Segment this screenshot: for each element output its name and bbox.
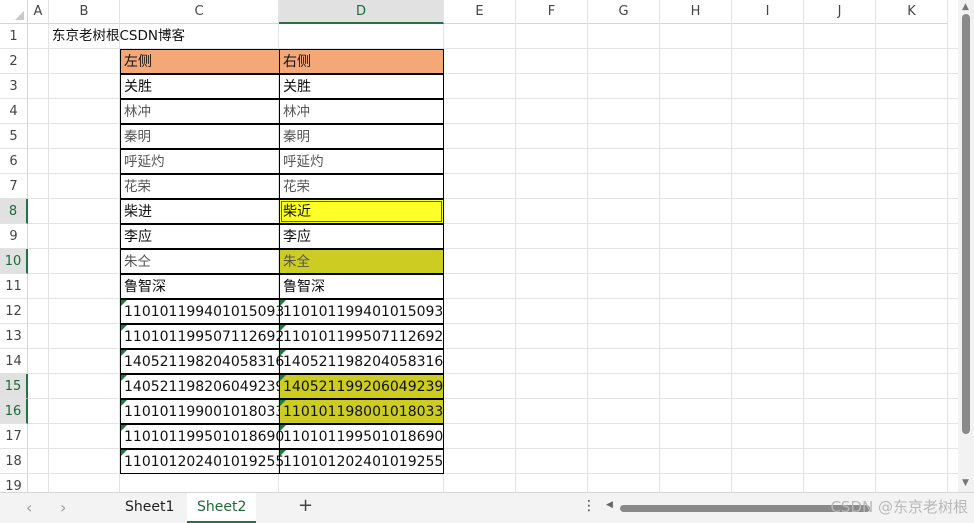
gridline xyxy=(947,24,948,492)
right-cell-highlighted[interactable]: 柴近 xyxy=(279,199,444,224)
row-header[interactable]: 19 xyxy=(0,474,28,492)
row-header[interactable]: 2 xyxy=(0,49,28,74)
right-cell[interactable]: 秦明 xyxy=(279,124,444,149)
gridline xyxy=(803,24,804,492)
add-sheet-icon[interactable]: + xyxy=(298,495,313,516)
gridline xyxy=(515,24,516,492)
col-header-k[interactable]: K xyxy=(876,0,948,24)
col-header-f[interactable]: F xyxy=(516,0,588,24)
col-header-h[interactable]: H xyxy=(660,0,732,24)
right-cell[interactable]: 140521198204058316 xyxy=(279,349,444,374)
row-header[interactable]: 1 xyxy=(0,24,28,49)
right-cell-highlighted[interactable]: 140521199206049239 xyxy=(279,374,444,399)
right-cell[interactable]: 花荣 xyxy=(279,174,444,199)
tab-sheet2[interactable]: Sheet2 xyxy=(187,493,257,523)
prev-sheet-icon[interactable]: ‹ xyxy=(26,498,32,517)
scroll-up-icon[interactable]: ▲ xyxy=(962,2,969,12)
row-header[interactable]: 17 xyxy=(0,424,28,449)
title-cell[interactable]: 东京老树根CSDN博客 xyxy=(49,24,289,49)
col-header-d[interactable]: D xyxy=(279,0,444,24)
right-cell[interactable]: 关胜 xyxy=(279,74,444,99)
header-left-cell[interactable]: 左侧 xyxy=(120,49,280,74)
gridline xyxy=(731,24,732,492)
right-cell[interactable]: 110101202401019255 xyxy=(279,449,444,474)
header-right-cell[interactable]: 右侧 xyxy=(279,49,444,74)
select-all-corner[interactable] xyxy=(0,0,28,24)
scroll-down-icon[interactable]: ▼ xyxy=(962,478,969,488)
left-cell[interactable]: 呼延灼 xyxy=(120,149,280,174)
row-header[interactable]: 13 xyxy=(0,324,28,349)
left-cell[interactable]: 李应 xyxy=(120,224,280,249)
row-header[interactable]: 8 xyxy=(0,199,28,224)
vertical-scrollbar[interactable]: ▲ ▼ xyxy=(958,0,974,492)
left-cell[interactable]: 关胜 xyxy=(120,74,280,99)
right-cell[interactable]: 呼延灼 xyxy=(279,149,444,174)
col-header-a[interactable]: A xyxy=(28,0,49,24)
next-sheet-icon[interactable]: › xyxy=(60,498,66,517)
col-header-i[interactable]: I xyxy=(732,0,804,24)
left-cell[interactable]: 110101199401015093 xyxy=(120,299,284,324)
left-cell[interactable]: 140521198204058316 xyxy=(120,349,284,374)
row-header[interactable]: 10 xyxy=(0,249,28,274)
left-cell[interactable]: 秦明 xyxy=(120,124,280,149)
right-cell[interactable]: 110101199507112692 xyxy=(279,324,444,349)
gridline xyxy=(875,24,876,492)
gridline xyxy=(659,24,660,492)
left-cell[interactable]: 林冲 xyxy=(120,99,280,124)
left-cell[interactable]: 110101199501018690 xyxy=(120,424,284,449)
col-header-c[interactable]: C xyxy=(120,0,279,24)
row-header[interactable]: 14 xyxy=(0,349,28,374)
scroll-left-icon[interactable]: ◀ xyxy=(606,500,613,510)
row-header[interactable]: 5 xyxy=(0,124,28,149)
col-header-j[interactable]: J xyxy=(804,0,876,24)
left-cell[interactable]: 鲁智深 xyxy=(120,274,280,299)
more-options-icon[interactable]: ⋮ xyxy=(582,498,596,514)
col-header-b[interactable]: B xyxy=(49,0,120,24)
row-header[interactable]: 12 xyxy=(0,299,28,324)
left-cell[interactable]: 140521198206049239 xyxy=(120,374,284,399)
gridline xyxy=(48,24,49,492)
row-header[interactable]: 4 xyxy=(0,99,28,124)
row-header[interactable]: 9 xyxy=(0,224,28,249)
right-cell-highlighted[interactable]: 朱全 xyxy=(279,249,444,274)
right-cell[interactable]: 李应 xyxy=(279,224,444,249)
left-cell[interactable]: 朱仝 xyxy=(120,249,280,274)
right-cell[interactable]: 林冲 xyxy=(279,99,444,124)
sheet-tab-bar: ‹ › Sheet1 Sheet2 + ⋮ ◀ CSDN @东京老树根 xyxy=(0,492,974,523)
col-header-g[interactable]: G xyxy=(588,0,660,24)
gridline xyxy=(587,24,588,492)
col-header-e[interactable]: E xyxy=(444,0,516,24)
row-header[interactable]: 3 xyxy=(0,74,28,99)
tab-sheet1[interactable]: Sheet1 xyxy=(115,493,184,523)
row-header[interactable]: 7 xyxy=(0,174,28,199)
watermark: CSDN @东京老树根 xyxy=(830,498,968,516)
left-cell[interactable]: 花荣 xyxy=(120,174,280,199)
spreadsheet-grid[interactable]: A B C D E F G H I J K 1 2 3 4 5 6 7 8 9 … xyxy=(0,0,958,492)
right-cell[interactable]: 110101199501018690 xyxy=(279,424,444,449)
left-cell[interactable]: 柴进 xyxy=(120,199,280,224)
row-header[interactable]: 11 xyxy=(0,274,28,299)
row-header[interactable]: 6 xyxy=(0,149,28,174)
vertical-scroll-thumb[interactable] xyxy=(962,14,970,434)
right-cell-highlighted[interactable]: 110101198001018033 xyxy=(279,399,444,424)
row-header[interactable]: 18 xyxy=(0,449,28,474)
row-header[interactable]: 16 xyxy=(0,399,28,424)
left-cell[interactable]: 110101199507112692 xyxy=(120,324,284,349)
left-cell[interactable]: 110101199001018033 xyxy=(120,399,284,424)
left-cell[interactable]: 110101202401019255 xyxy=(120,449,284,474)
right-cell[interactable]: 110101199401015093 xyxy=(279,299,444,324)
row-header[interactable]: 15 xyxy=(0,374,28,399)
right-cell[interactable]: 鲁智深 xyxy=(279,274,444,299)
